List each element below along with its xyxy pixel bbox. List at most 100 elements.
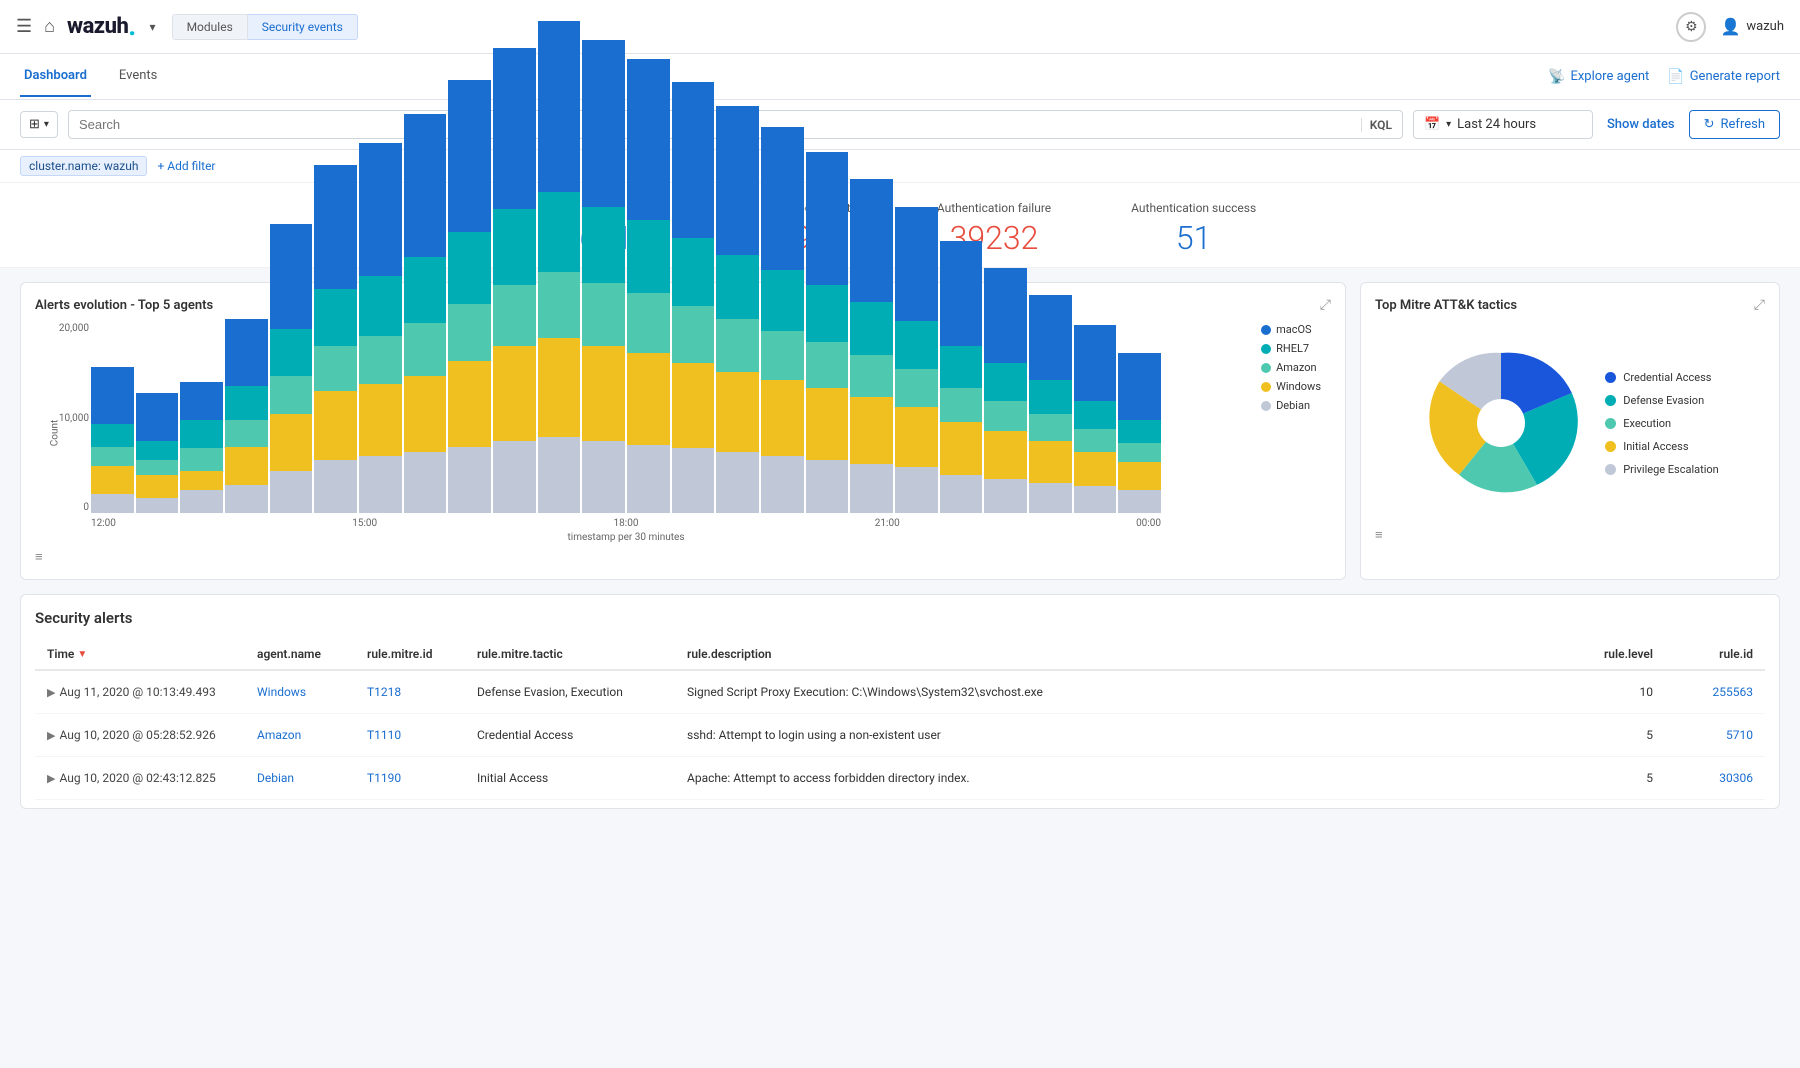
td-rule-id[interactable]: 255563 (1653, 685, 1753, 699)
tab-events[interactable]: Events (115, 56, 161, 97)
th-time[interactable]: Time ▼ (47, 647, 257, 661)
bar-group[interactable] (940, 241, 983, 513)
bar-segment (761, 270, 804, 331)
td-rule-id[interactable]: 5710 (1653, 728, 1753, 742)
bar-group[interactable] (761, 127, 804, 513)
bar-segment (984, 363, 1027, 401)
td-agent[interactable]: Windows (257, 685, 367, 699)
bar-group[interactable] (1074, 325, 1117, 513)
stat-auth-success-label: Authentication success (1131, 201, 1256, 215)
breadcrumb-current[interactable]: Security events (248, 14, 358, 40)
hamburger-icon[interactable]: ☰ (16, 16, 32, 37)
filter-tag[interactable]: cluster.name: wazuh (20, 156, 147, 176)
y-axis: 20,000 10,000 0 (53, 323, 89, 513)
chart-table-icon[interactable]: ≡ (35, 549, 1331, 565)
td-agent[interactable]: Amazon (257, 728, 367, 742)
th-level[interactable]: rule.level (1563, 647, 1653, 661)
th-mitre-tactic[interactable]: rule.mitre.tactic (477, 647, 687, 661)
bar-segment (895, 207, 938, 321)
th-mitre-id[interactable]: rule.mitre.id (367, 647, 477, 661)
explore-agent-icon: 📡 (1548, 69, 1565, 85)
bar-group[interactable] (806, 152, 849, 513)
bar-segment (1029, 483, 1072, 513)
bar-segment (806, 342, 849, 388)
bar-group[interactable] (538, 21, 581, 513)
td-agent[interactable]: Debian (257, 771, 367, 785)
bar-segment (314, 391, 357, 459)
pie-legend-execution: Execution (1605, 417, 1719, 430)
table-row[interactable]: ▶ Aug 10, 2020 @ 02:43:12.825 Debian T11… (35, 757, 1765, 800)
bar-segment (850, 302, 893, 355)
bar-segment (582, 441, 625, 513)
pie-table-icon[interactable]: ≡ (1375, 527, 1765, 543)
bar-group[interactable] (404, 114, 447, 513)
row-expand-icon[interactable]: ▶ (47, 729, 55, 742)
time-col-label: Time (47, 647, 74, 661)
bar-segment (627, 445, 670, 513)
mitre-tactics-expand-icon[interactable]: ⤢ (1754, 297, 1765, 313)
bar-group[interactable] (672, 82, 715, 513)
bar-group[interactable] (627, 59, 670, 513)
bar-group[interactable] (314, 165, 357, 513)
bar-group[interactable] (1118, 353, 1161, 513)
time-picker[interactable]: 📅 ▾ Last 24 hours (1413, 110, 1593, 139)
bar-group[interactable] (225, 319, 268, 513)
user-menu[interactable]: 👤 wazuh (1720, 17, 1784, 36)
generate-report-button[interactable]: 📄 Generate report (1667, 69, 1780, 85)
bar-group[interactable] (716, 106, 759, 513)
bar-segment (314, 289, 357, 346)
th-agent[interactable]: agent.name (257, 647, 367, 661)
bar-group[interactable] (582, 40, 625, 513)
bar-chart (91, 323, 1161, 513)
alerts-evolution-expand-icon[interactable]: ⤢ (1320, 297, 1331, 313)
bar-segment (448, 304, 491, 361)
table-row[interactable]: ▶ Aug 10, 2020 @ 05:28:52.926 Amazon T11… (35, 714, 1765, 757)
bar-group[interactable] (136, 393, 179, 513)
kql-badge[interactable]: KQL (1361, 118, 1392, 132)
settings-button[interactable]: ⚙ (1676, 12, 1706, 42)
bar-group[interactable] (1029, 295, 1072, 513)
bar-segment (404, 323, 447, 376)
search-filter-btn[interactable]: ⊞ ▾ (20, 111, 58, 138)
td-mitre-id[interactable]: T1218 (367, 685, 477, 699)
refresh-button[interactable]: ↻ Refresh (1689, 110, 1780, 139)
show-dates-button[interactable]: Show dates (1603, 117, 1679, 132)
bar-segment (1118, 443, 1161, 462)
generate-report-icon: 📄 (1667, 69, 1684, 85)
bar-group[interactable] (91, 367, 134, 513)
bar-group[interactable] (180, 382, 223, 513)
td-rule-id[interactable]: 30306 (1653, 771, 1753, 785)
bar-group[interactable] (895, 207, 938, 513)
home-icon[interactable]: ⌂ (44, 16, 55, 37)
row-expand-icon[interactable]: ▶ (47, 686, 55, 699)
brand-dropdown-icon[interactable]: ▾ (150, 20, 156, 34)
tab-dashboard[interactable]: Dashboard (20, 56, 91, 97)
bar-segment (493, 48, 536, 210)
bar-segment (895, 369, 938, 407)
sort-icon: ▼ (77, 649, 87, 660)
breadcrumb-modules[interactable]: Modules (172, 14, 248, 40)
bar-group[interactable] (448, 80, 491, 513)
th-description[interactable]: rule.description (687, 647, 1563, 661)
bar-segment (1074, 452, 1117, 486)
explore-agent-button[interactable]: 📡 Explore agent (1548, 69, 1649, 85)
bar-group[interactable] (270, 224, 313, 513)
table-row[interactable]: ▶ Aug 11, 2020 @ 10:13:49.493 Windows T1… (35, 671, 1765, 714)
bar-segment (761, 331, 804, 380)
bar-segment (984, 479, 1027, 513)
bar-segment (314, 346, 357, 392)
bar-segment (627, 293, 670, 354)
bar-segment (582, 207, 625, 283)
bar-segment (270, 329, 313, 377)
bar-group[interactable] (493, 48, 536, 513)
td-mitre-id[interactable]: T1110 (367, 728, 477, 742)
bar-segment (627, 59, 670, 221)
th-rule-id[interactable]: rule.id (1653, 647, 1753, 661)
bar-group[interactable] (984, 268, 1027, 513)
row-expand-icon[interactable]: ▶ (47, 772, 55, 785)
bar-group[interactable] (850, 179, 893, 513)
add-filter-button[interactable]: + Add filter (157, 159, 215, 173)
bar-group[interactable] (359, 143, 402, 513)
bar-segment (1118, 490, 1161, 513)
td-mitre-id[interactable]: T1190 (367, 771, 477, 785)
